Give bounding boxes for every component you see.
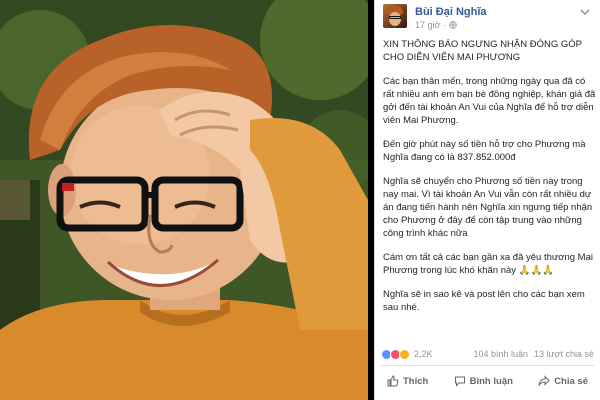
comment-label: Bình luận: [469, 375, 513, 387]
post-actions: Thích Bình luận Chia sẻ: [381, 368, 594, 394]
like-button[interactable]: Thích: [381, 371, 434, 391]
post-photo[interactable]: [0, 0, 368, 400]
share-label: Chia sẻ: [554, 375, 588, 387]
post-panel: Bùi Đại Nghĩa 17 giờ · XIN THÔNG BÁO NGƯ…: [374, 0, 600, 400]
post-meta: 17 giờ ·: [415, 20, 458, 30]
post-paragraph: Nghĩa sẽ in sao kê và post lên cho các b…: [383, 289, 585, 313]
photo-illustration: [0, 0, 368, 400]
author-avatar[interactable]: [383, 4, 407, 28]
post-paragraph: Đến giờ phút này số tiền hỗ trợ cho Phươ…: [383, 139, 586, 163]
post-body: XIN THÔNG BÁO NGƯNG NHẬN ĐÓNG GÓP CHO DI…: [383, 38, 597, 325]
comment-count[interactable]: 104 bình luận: [473, 349, 528, 359]
share-icon: [538, 375, 550, 386]
post-paragraph: XIN THÔNG BÁO NGƯNG NHẬN ĐÓNG GÓP CHO DI…: [383, 39, 582, 63]
share-button[interactable]: Chia sẻ: [532, 371, 594, 391]
post-time[interactable]: 17 giờ: [415, 20, 440, 30]
reaction-count[interactable]: 2,2K: [414, 349, 433, 359]
meta-separator: ·: [443, 20, 447, 30]
post-paragraph: Cám ơn tất cả các bạn gần xa đã yêu thươ…: [383, 252, 593, 276]
comment-button[interactable]: Bình luận: [448, 371, 519, 391]
like-label: Thích: [403, 375, 429, 387]
post-stats: 104 bình luận 13 lượt chia sẻ: [473, 349, 594, 359]
globe-icon: [449, 21, 458, 29]
reactions-bar: 2,2K 104 bình luận 13 lượt chia sẻ: [381, 346, 594, 362]
chevron-down-icon[interactable]: [580, 8, 590, 16]
share-count[interactable]: 13 lượt chia sẻ: [534, 349, 594, 359]
post-header: Bùi Đại Nghĩa 17 giờ ·: [383, 4, 594, 32]
comment-icon: [454, 376, 465, 387]
sad-reaction-icon: [399, 348, 410, 360]
reaction-icons[interactable]: [381, 348, 410, 360]
author-name[interactable]: Bùi Đại Nghĩa: [415, 6, 487, 18]
post-paragraph: Nghĩa sẽ chuyển cho Phương số tiền này t…: [383, 176, 593, 239]
post-paragraph: Các bạn thân mến, trong những ngày qua đ…: [383, 76, 596, 126]
thumbs-up-icon: [387, 375, 399, 387]
divider: [381, 365, 594, 366]
